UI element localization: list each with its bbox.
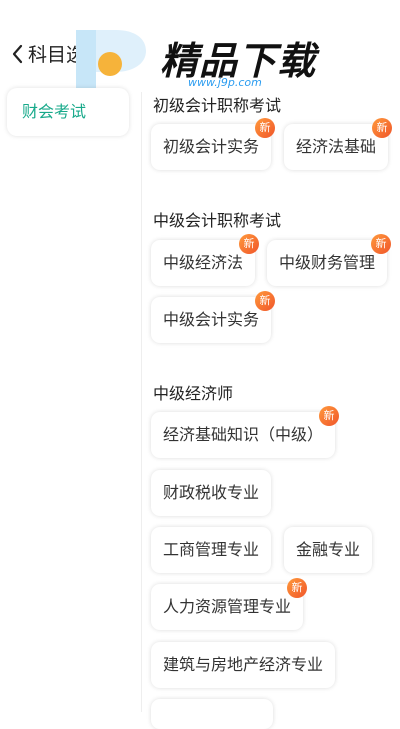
new-badge: 新 (287, 578, 308, 598)
chip-label: 中级会计实务 (163, 310, 260, 329)
chip-label: 经济基础知识（中级） (163, 425, 324, 444)
chip-label: 金融专业 (296, 540, 361, 559)
chip-label: 初级会计实务 (163, 137, 260, 156)
subject-chip[interactable]: 中级经济法 新 (151, 234, 260, 286)
group-title: 中级经济师 (153, 384, 234, 403)
new-badge: 新 (372, 118, 393, 138)
new-badge: 新 (255, 118, 276, 138)
new-badge: 新 (319, 406, 340, 426)
subject-chip-partial[interactable] (151, 699, 273, 729)
chip-label: 经济法基础 (296, 137, 377, 156)
subject-chip[interactable]: 中级会计实务 新 (151, 291, 276, 343)
watermark-logo-icon (76, 30, 146, 92)
subject-chip[interactable]: 工商管理专业 (151, 527, 272, 573)
chip-label: 工商管理专业 (163, 540, 260, 559)
new-badge: 新 (371, 234, 392, 254)
subject-list: 初级会计职称考试 初级会计实务 新 经济法基础 新 中级会计职称考试 中级经济法… (151, 0, 400, 729)
subject-chip[interactable]: 金融专业 (284, 527, 373, 573)
new-badge: 新 (239, 234, 260, 254)
chip-label: 财政税收专业 (163, 483, 260, 502)
subject-chip[interactable]: 人力资源管理专业 新 (151, 578, 308, 630)
subject-chip[interactable]: 初级会计实务 新 (151, 118, 276, 170)
chip-label: 中级经济法 (163, 253, 244, 272)
subject-chip[interactable]: 中级财务管理 新 (267, 234, 392, 286)
group-title: 初级会计职称考试 (153, 96, 282, 115)
sidebar-item-finance-exam[interactable]: 财会考试 (7, 88, 129, 136)
group-title: 中级会计职称考试 (153, 211, 282, 230)
subject-chip[interactable]: 经济基础知识（中级） 新 (151, 406, 340, 458)
subject-chip[interactable]: 经济法基础 新 (284, 118, 393, 170)
subject-chip[interactable]: 财政税收专业 (151, 470, 272, 516)
sidebar: 财会考试 (0, 88, 142, 712)
subject-chip[interactable]: 建筑与房地产经济专业 (151, 642, 336, 688)
chip-label: 建筑与房地产经济专业 (163, 655, 324, 674)
chip-label: 中级财务管理 (279, 253, 376, 272)
new-badge: 新 (255, 291, 276, 311)
chevron-left-icon (12, 44, 23, 63)
chip-label: 人力资源管理专业 (163, 597, 292, 616)
